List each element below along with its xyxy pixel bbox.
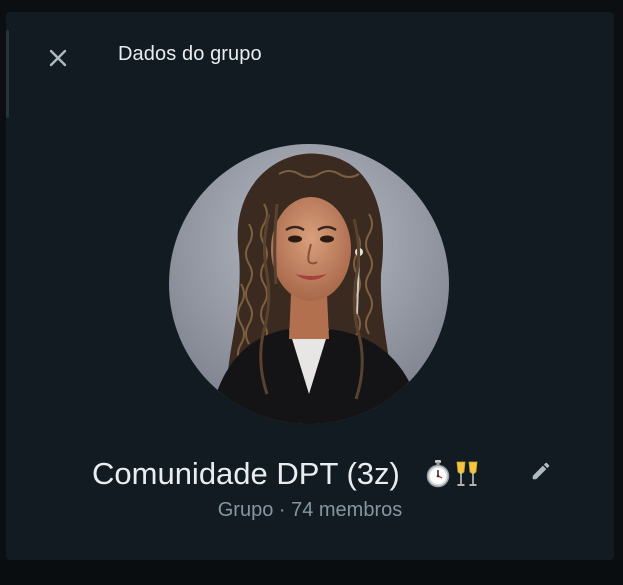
group-name-emojis [426,460,480,488]
bottom-edge [0,560,623,585]
edit-name-button[interactable] [526,456,556,486]
panel-title: Dados do grupo [118,43,262,65]
pencil-icon [532,462,550,480]
champagne-glasses-emoji [456,461,478,486]
group-info-panel: Dados do grupo Comunidade DPT (3z) Grupo… [6,12,614,560]
stopwatch-emoji [426,460,450,488]
panel-header: Dados do grupo [6,12,614,100]
group-avatar-photo [169,144,449,424]
group-member-count: Grupo · 74 membros [217,499,403,521]
group-avatar[interactable] [169,144,449,424]
close-button[interactable] [42,42,74,74]
close-icon [49,49,67,67]
app-frame: Dados do grupo Comunidade DPT (3z) Grupo… [0,0,623,585]
group-name-row: Comunidade DPT (3z) [6,452,614,500]
group-name: Comunidade DPT (3z) [92,456,400,491]
